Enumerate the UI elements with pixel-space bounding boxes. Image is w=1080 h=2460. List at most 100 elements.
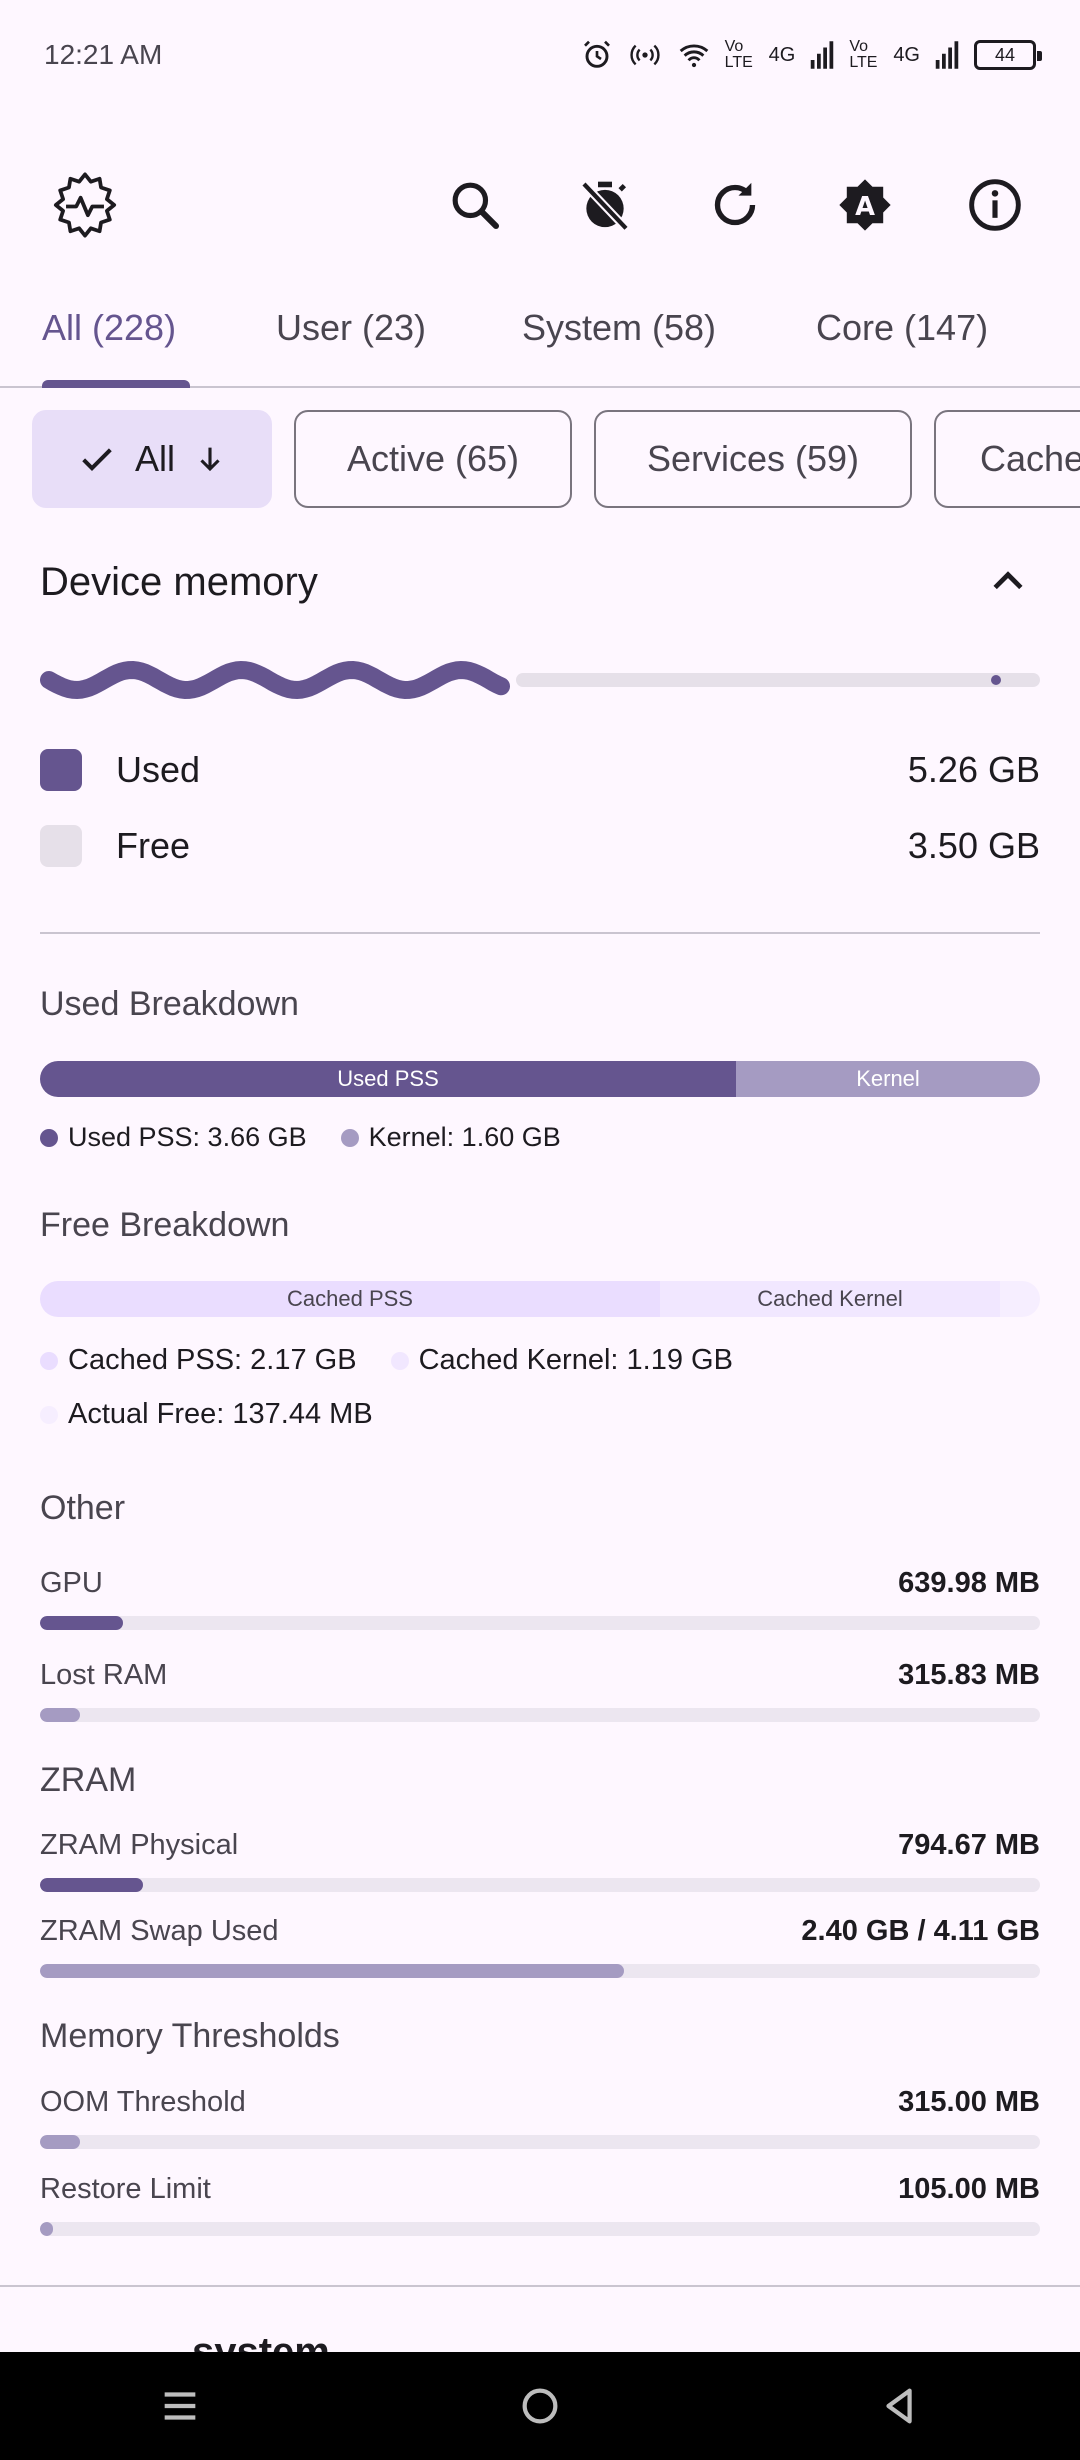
wifi-icon [679, 44, 708, 68]
cached-pss-segment: Cached PSS [40, 1281, 660, 1317]
gpu-value: 639.98 MB [898, 1567, 1040, 1599]
network-label-1: Vo LTE [724, 38, 753, 71]
refresh-icon [714, 182, 756, 226]
device-memory-title: Device memory [40, 560, 318, 604]
signal-icon [811, 41, 834, 69]
lost-ram-label: Lost RAM [40, 1659, 168, 1691]
lost-ram-fill [40, 1708, 80, 1722]
progress-end-dot [991, 675, 1001, 685]
tab-indicator [42, 380, 190, 388]
battery-icon: 44 [974, 40, 1042, 70]
actual-free-segment [1000, 1281, 1040, 1317]
gpu-row: GPU 639.98 MB [40, 1567, 1040, 1600]
segment-label: Used PSS [337, 1066, 439, 1091]
tab-all[interactable]: All (228) [42, 270, 176, 386]
app-bar: A [0, 140, 1080, 270]
actual-free-legend: Actual Free: 137.44 MB [68, 1398, 373, 1430]
used-pss-dot [40, 1128, 58, 1147]
free-label: Free [116, 825, 191, 866]
gpu-fill [40, 1616, 123, 1630]
signal-icon-2 [935, 41, 959, 69]
zram-physical-track [40, 1878, 1040, 1892]
free-breakdown-bar: Cached PSS Cached Kernel [40, 1281, 1040, 1317]
info-button[interactable] [950, 160, 1040, 250]
tab-label: All (228) [42, 307, 177, 348]
tab-bar: All (228) User (23) System (58) Core (14… [0, 270, 1080, 388]
search-button[interactable] [430, 160, 520, 250]
tab-system[interactable]: System (58) [522, 270, 716, 386]
zram-physical-label: ZRAM Physical [40, 1829, 239, 1861]
chip-active[interactable]: Active (65) [294, 410, 572, 508]
network-label-3: Vo LTE [849, 38, 878, 71]
lost-ram-track [40, 1708, 1040, 1722]
used-pss-legend: Used PSS: 3.66 GB [68, 1122, 307, 1152]
system-nav-bar [0, 2352, 1080, 2460]
status-icons: Vo LTE 4G Vo LTE 4G 44 [581, 38, 1042, 71]
kernel-legend: Kernel: 1.60 GB [368, 1122, 561, 1152]
zram-swap-row: ZRAM Swap Used 2.40 GB / 4.11 GB [40, 1915, 1040, 1948]
used-label: Used [116, 749, 201, 790]
chip-all[interactable]: All [32, 410, 272, 508]
search-icon [452, 182, 500, 230]
filter-chips: All Active (65) Services (59) Cache [32, 410, 1080, 510]
zram-swap-track [40, 1964, 1040, 1978]
segment-label: Cached PSS [287, 1286, 413, 1311]
home-icon[interactable] [517, 2383, 563, 2429]
zram-swap-value: 2.40 GB / 4.11 GB [801, 1915, 1040, 1947]
cached-kernel-dot [390, 1351, 409, 1370]
chip-cache[interactable]: Cache [934, 410, 1080, 508]
bottom-divider [0, 2285, 1080, 2287]
menu-icon[interactable] [157, 2383, 203, 2429]
lost-ram-row: Lost RAM 315.83 MB [40, 1659, 1040, 1692]
used-value: 5.26 GB [907, 749, 1040, 790]
other-title: Other [40, 1489, 126, 1527]
kernel-dot [340, 1128, 359, 1147]
hotspot-icon [629, 44, 660, 66]
alarm-icon [583, 40, 610, 68]
chip-services[interactable]: Services (59) [594, 410, 912, 508]
used-pss-segment: Used PSS [40, 1061, 736, 1097]
svg-text:A: A [855, 192, 875, 222]
used-breakdown-legend: Used PSS: 3.66 GB Kernel: 1.60 GB [40, 1122, 561, 1153]
gpu-label: GPU [40, 1567, 103, 1599]
chevron-up-icon[interactable] [986, 560, 1030, 604]
zram-physical-value: 794.67 MB [898, 1829, 1040, 1861]
timer-off-icon [580, 181, 630, 232]
oom-fill [40, 2135, 80, 2149]
restore-fill [40, 2222, 53, 2236]
tab-core[interactable]: Core (147) [816, 270, 988, 386]
auto-brightness-icon: A [839, 179, 891, 231]
chip-label: Services (59) [646, 438, 860, 479]
legend-free: Free 3.50 GB [40, 821, 1040, 871]
chip-label: Active (65) [346, 438, 520, 479]
oom-row: OOM Threshold 315.00 MB [40, 2086, 1040, 2119]
tab-user[interactable]: User (23) [276, 270, 426, 386]
segment-label: Cached Kernel [757, 1286, 903, 1311]
free-breakdown-title: Free Breakdown [40, 1206, 290, 1244]
cached-kernel-segment: Cached Kernel [660, 1281, 1000, 1317]
used-breakdown-title: Used Breakdown [40, 985, 299, 1023]
used-breakdown-bar: Used PSS Kernel [40, 1061, 1040, 1097]
chip-label: Cache [980, 438, 1080, 479]
cached-pss-legend: Cached PSS: 2.17 GB [68, 1344, 357, 1376]
tab-label: Core (147) [816, 307, 989, 348]
tab-label: User (23) [276, 307, 427, 348]
back-icon[interactable] [877, 2383, 923, 2429]
status-time: 12:21 AM [44, 39, 163, 70]
tab-label: System (58) [522, 307, 717, 348]
zram-title: ZRAM [40, 1761, 137, 1799]
legend-used: Used 5.26 GB [40, 745, 1040, 795]
timer-off-button[interactable] [560, 160, 650, 250]
app-logo-icon[interactable] [40, 160, 130, 250]
refresh-button[interactable] [690, 160, 780, 250]
zram-physical-row: ZRAM Physical 794.67 MB [40, 1829, 1040, 1862]
segment-label: Kernel [856, 1066, 920, 1091]
progress-wave [40, 660, 510, 700]
auto-brightness-button[interactable]: A [820, 160, 910, 250]
network-label-2: 4G [768, 43, 796, 66]
info-icon [969, 179, 1021, 231]
divider [40, 932, 1040, 934]
zram-physical-fill [40, 1878, 143, 1892]
free-value: 3.50 GB [907, 825, 1040, 866]
check-icon [82, 448, 112, 471]
